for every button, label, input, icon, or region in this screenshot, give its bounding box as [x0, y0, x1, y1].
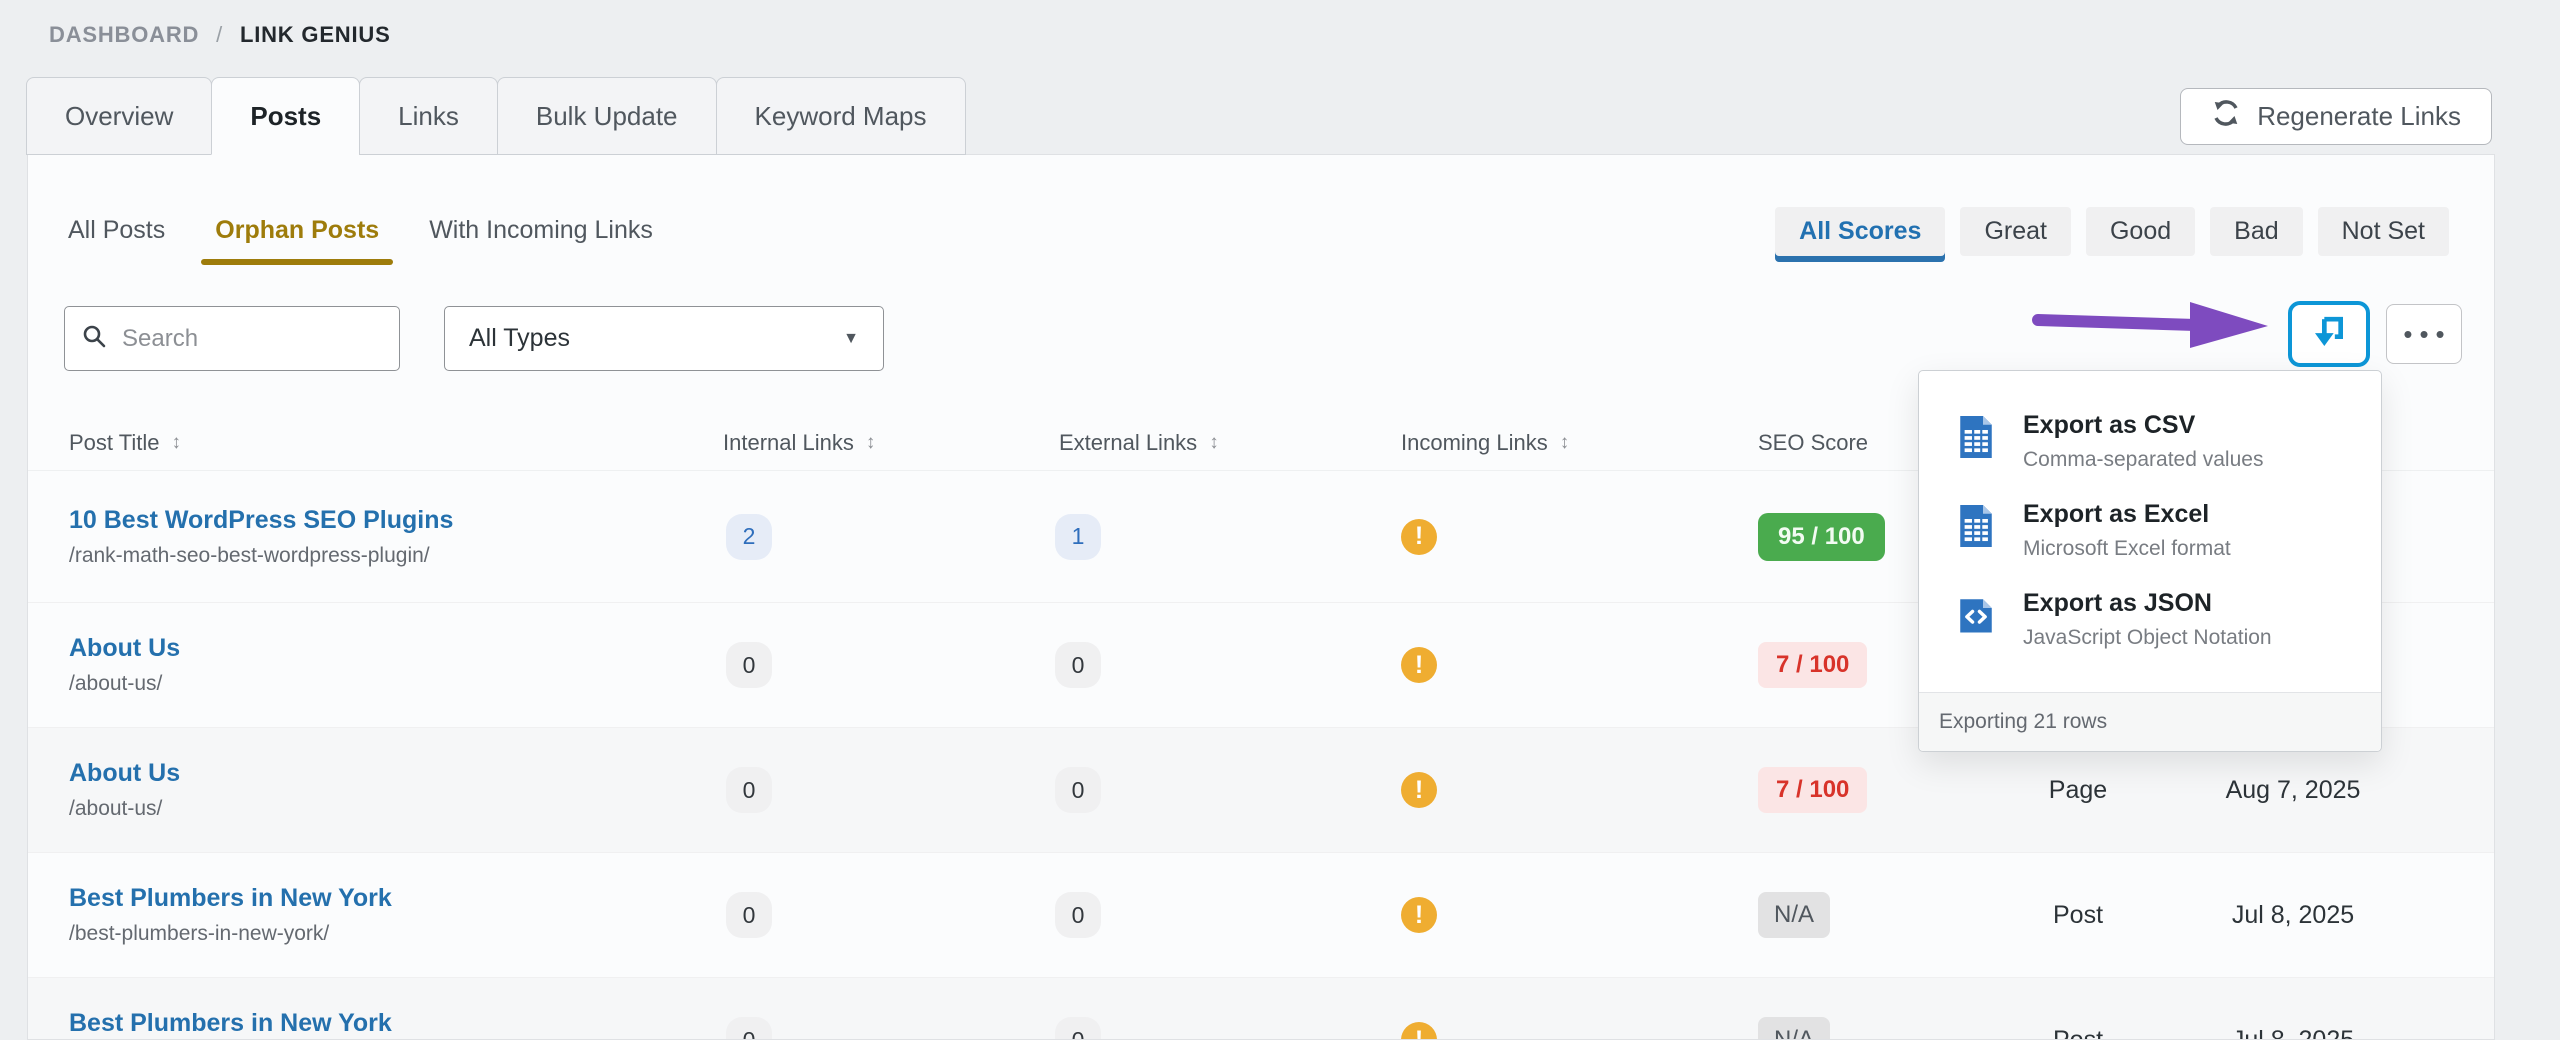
posts-panel: All Posts Orphan Posts With Incoming Lin…	[27, 154, 2495, 1040]
filter-great[interactable]: Great	[1960, 207, 2071, 256]
export-row-count: Exporting 21 rows	[1919, 692, 2381, 751]
internal-links-count: 0	[726, 1017, 772, 1040]
header-post-title[interactable]: Post Title ↕	[28, 430, 668, 456]
external-links-count: 0	[1055, 1017, 1101, 1040]
breadcrumb: DASHBOARD / LINK GENIUS	[49, 22, 391, 48]
ellipsis-icon: •••	[2396, 319, 2451, 350]
search-icon	[81, 323, 108, 355]
warning-icon: !	[1401, 519, 1437, 555]
breadcrumb-separator: /	[206, 22, 233, 47]
seo-score-badge: N/A	[1758, 892, 1830, 938]
breadcrumb-dashboard[interactable]: DASHBOARD	[49, 22, 199, 47]
table-row: Best Plumbers in New York /best-plumbers…	[28, 853, 2495, 978]
export-csv-subtitle: Comma-separated values	[2023, 447, 2263, 473]
seo-score-badge: 95 / 100	[1758, 513, 1885, 561]
table-row: Best Plumbers in New York /best-plumbers…	[28, 978, 2495, 1040]
seo-score-badge: 7 / 100	[1758, 767, 1867, 813]
menu-item-export-csv[interactable]: Export as CSV Comma-separated values	[1919, 397, 2381, 486]
export-json-subtitle: JavaScript Object Notation	[2023, 625, 2272, 651]
post-title-link[interactable]: Best Plumbers in New York	[69, 1009, 668, 1038]
refresh-icon	[2211, 98, 2241, 135]
internal-links-count: 0	[726, 642, 772, 688]
post-title-link[interactable]: 10 Best WordPress SEO Plugins	[69, 506, 668, 535]
tab-keyword-maps[interactable]: Keyword Maps	[716, 77, 966, 155]
post-type: Page	[1968, 776, 2188, 805]
tab-bulk-update[interactable]: Bulk Update	[497, 77, 717, 155]
header-incoming-links[interactable]: Incoming Links ↕	[1328, 430, 1668, 456]
post-type: Post	[1968, 901, 2188, 930]
tab-links[interactable]: Links	[359, 77, 498, 155]
posts-subtab-bar: All Posts Orphan Posts With Incoming Lin…	[64, 195, 657, 265]
export-excel-subtitle: Microsoft Excel format	[2023, 536, 2231, 562]
table-actions: •••	[2288, 301, 2462, 367]
internal-links-count: 0	[726, 892, 772, 938]
warning-icon: !	[1401, 647, 1437, 683]
post-slug: /best-plumbers-in-new-york/	[69, 922, 668, 946]
export-csv-title: Export as CSV	[2023, 410, 2263, 440]
export-json-title: Export as JSON	[2023, 588, 2272, 618]
external-links-count: 0	[1055, 642, 1101, 688]
warning-icon: !	[1401, 772, 1437, 808]
external-links-count: 0	[1055, 892, 1101, 938]
spreadsheet-icon	[1955, 503, 1997, 554]
post-date: Aug 7, 2025	[2188, 776, 2398, 805]
post-slug: /about-us/	[69, 797, 668, 821]
filter-bad[interactable]: Bad	[2210, 207, 2302, 256]
search-box[interactable]	[64, 306, 400, 371]
seo-score-badge: 7 / 100	[1758, 642, 1867, 688]
score-filter-bar: All Scores Great Good Bad Not Set	[1775, 207, 2449, 256]
tab-overview[interactable]: Overview	[26, 77, 212, 155]
post-title-link[interactable]: Best Plumbers in New York	[69, 884, 668, 913]
download-icon	[2308, 311, 2350, 358]
more-options-button[interactable]: •••	[2386, 304, 2462, 364]
sort-icon[interactable]: ↕	[171, 432, 181, 454]
post-slug: /about-us/	[69, 672, 668, 696]
post-title-link[interactable]: About Us	[69, 759, 668, 788]
type-filter-value: All Types	[469, 324, 570, 353]
arrow-annotation	[2028, 295, 2278, 355]
post-type: Post	[1968, 1026, 2188, 1040]
warning-icon: !	[1401, 1022, 1437, 1040]
internal-links-count: 2	[726, 514, 772, 560]
subtab-with-incoming-links[interactable]: With Incoming Links	[425, 195, 657, 265]
export-excel-title: Export as Excel	[2023, 499, 2231, 529]
warning-icon: !	[1401, 897, 1437, 933]
export-button[interactable]	[2288, 301, 2370, 367]
regenerate-links-label: Regenerate Links	[2257, 101, 2461, 132]
regenerate-links-button[interactable]: Regenerate Links	[2180, 88, 2492, 145]
internal-links-count: 0	[726, 767, 772, 813]
header-internal-links[interactable]: Internal Links ↕	[668, 430, 998, 456]
tab-posts[interactable]: Posts	[211, 77, 360, 155]
filter-good[interactable]: Good	[2086, 207, 2195, 256]
menu-item-export-json[interactable]: Export as JSON JavaScript Object Notatio…	[1919, 575, 2381, 664]
post-slug: /rank-math-seo-best-wordpress-plugin/	[69, 544, 668, 568]
type-filter-select[interactable]: All Types ▼	[444, 306, 884, 371]
header-external-links[interactable]: External Links ↕	[998, 430, 1328, 456]
sort-icon[interactable]: ↕	[1560, 432, 1570, 454]
filter-not-set[interactable]: Not Set	[2318, 207, 2449, 256]
main-tab-bar: Overview Posts Links Bulk Update Keyword…	[27, 77, 966, 155]
spreadsheet-icon	[1955, 414, 1997, 465]
search-input[interactable]	[122, 325, 432, 353]
export-dropdown-menu: Export as CSV Comma-separated values	[1918, 370, 2382, 752]
menu-item-export-excel[interactable]: Export as Excel Microsoft Excel format	[1919, 486, 2381, 575]
seo-score-badge: N/A	[1758, 1017, 1830, 1040]
post-title-link[interactable]: About Us	[69, 634, 668, 663]
code-file-icon	[1955, 592, 1997, 643]
post-date: Jul 8, 2025	[2188, 901, 2398, 930]
breadcrumb-page-title: LINK GENIUS	[240, 22, 391, 47]
sort-icon[interactable]: ↕	[866, 432, 876, 454]
external-links-count: 1	[1055, 514, 1101, 560]
post-date: Jul 8, 2025	[2188, 1026, 2398, 1040]
external-links-count: 0	[1055, 767, 1101, 813]
sort-icon[interactable]: ↕	[1209, 432, 1219, 454]
filter-all-scores[interactable]: All Scores	[1775, 207, 1945, 256]
subtab-orphan-posts[interactable]: Orphan Posts	[211, 195, 383, 265]
subtab-all-posts[interactable]: All Posts	[64, 195, 169, 265]
chevron-down-icon: ▼	[843, 330, 859, 348]
